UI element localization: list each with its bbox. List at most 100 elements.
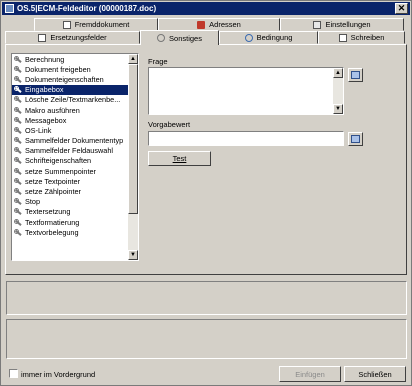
close-dialog-button[interactable]: Schließen <box>344 366 406 382</box>
function-list-item[interactable]: OS-Link <box>12 125 138 135</box>
function-item-label: Stop <box>25 197 41 207</box>
function-item-label: Dokumenteigenschaften <box>25 74 104 84</box>
wrench-icon <box>14 177 23 185</box>
function-list-item[interactable]: Textformatierung <box>12 217 138 227</box>
wrench-icon <box>14 65 23 73</box>
tab-label: Ersetzungsfelder <box>50 33 107 42</box>
function-list-item[interactable]: Berechnung <box>12 54 138 64</box>
edit-window-icon <box>351 71 360 79</box>
function-item-label: Sammelfelder Feldauswahl <box>25 146 114 156</box>
function-list-item[interactable]: Dokument freigeben <box>12 64 138 74</box>
function-list-item[interactable]: setze Zählpointer <box>12 186 138 196</box>
wrench-icon <box>14 96 23 103</box>
tab-label: Einstellungen <box>325 20 371 29</box>
wrench-icon <box>14 126 23 134</box>
scroll-down-button[interactable]: ▼ <box>128 250 138 260</box>
tab-label: Bedingung <box>256 33 293 42</box>
function-item-label: Berechnung <box>25 54 65 64</box>
wrench-icon <box>14 167 23 175</box>
wrench-icon <box>14 198 23 205</box>
function-list-item[interactable]: setze Summenpointer <box>12 166 138 176</box>
function-item-label: Textvorbelegung <box>25 227 79 237</box>
test-button[interactable]: Test <box>148 151 211 166</box>
settings-icon <box>313 20 322 29</box>
function-item-label: OS-Link <box>25 125 52 135</box>
function-item-label: Lösche Zeile/Textmarkenbe... <box>25 95 121 105</box>
wrench-icon <box>14 106 23 114</box>
always-on-top-label: immer im Vordergrund <box>21 370 96 379</box>
function-item-label: Schrifteigenschaften <box>25 156 92 166</box>
app-icon <box>5 4 14 13</box>
function-item-label: Sammelfelder Dokumententyp <box>25 136 124 146</box>
function-item-label: Dokument freigeben <box>25 64 91 74</box>
contacts-icon <box>197 20 206 29</box>
scroll-down-button[interactable]: ▼ <box>333 104 343 114</box>
function-item-label: setze Textpointer <box>25 176 81 186</box>
function-list-item[interactable]: Dokumenteigenschaften <box>12 74 138 84</box>
function-list-item[interactable]: Sammelfelder Feldauswahl <box>12 146 138 156</box>
function-list[interactable]: Berechnung Dokument freigeben Dokumenteige… <box>11 53 139 261</box>
tab-label: Fremddokument <box>74 20 130 29</box>
editor-window: OS.5|ECM-Feldeditor (00000187.doc) ✕ Fre… <box>0 0 412 386</box>
edit-window-icon <box>351 135 360 143</box>
wrench-icon <box>14 218 23 226</box>
function-list-item[interactable]: Lösche Zeile/Textmarkenbe... <box>12 95 138 105</box>
function-list-item[interactable]: Schrifteigenschaften <box>12 156 138 166</box>
wrench-icon <box>14 55 23 63</box>
wrench-icon <box>14 116 23 124</box>
vorgabe-edit-button[interactable] <box>348 132 363 146</box>
vorgabe-label: Vorgabewert <box>148 120 191 129</box>
tab-bedingung[interactable]: Bedingung <box>219 31 318 44</box>
function-list-item[interactable]: Sammelfelder Dokumententyp <box>12 136 138 146</box>
function-item-label: Makro ausführen <box>25 105 80 115</box>
wrench-icon <box>14 188 23 195</box>
condition-icon <box>244 33 253 42</box>
scroll-up-button[interactable]: ▲ <box>128 54 138 64</box>
function-item-label: Eingabebox <box>25 85 64 95</box>
wrench-icon <box>14 137 23 144</box>
function-list-item[interactable]: Textersetzung <box>12 207 138 217</box>
vorgabe-input[interactable] <box>148 131 344 146</box>
insert-button[interactable]: Einfügen <box>279 366 341 382</box>
function-item-label: Messagebox <box>25 115 67 125</box>
tab-sonstiges[interactable]: Sonstiges <box>140 30 219 45</box>
wrench-icon <box>14 86 23 93</box>
tab-label: Schreiben <box>350 33 385 42</box>
frage-scrollbar[interactable]: ▲ ▼ <box>333 68 343 114</box>
scroll-up-button[interactable]: ▲ <box>333 68 343 78</box>
function-list-item[interactable]: Makro ausführen <box>12 105 138 115</box>
function-item-label: Textersetzung <box>25 207 71 217</box>
close-button[interactable]: ✕ <box>395 3 408 14</box>
function-list-item[interactable]: Stop <box>12 197 138 207</box>
tab-schreiben[interactable]: Schreiben <box>318 31 405 44</box>
fields-icon <box>38 33 47 42</box>
scroll-thumb[interactable] <box>128 64 138 214</box>
tab-label: Sonstiges <box>169 33 202 43</box>
tab-einstellungen[interactable]: Einstellungen <box>280 18 404 31</box>
function-list-item[interactable]: Eingabebox <box>12 84 138 95</box>
frage-label: Frage <box>148 57 168 66</box>
tab-label: Adressen <box>209 20 241 29</box>
list-scrollbar[interactable]: ▲ ▼ <box>128 54 138 260</box>
info-panel <box>6 281 407 315</box>
function-list-item[interactable]: Messagebox <box>12 115 138 125</box>
wrench-icon <box>14 75 23 83</box>
document-icon <box>62 20 71 29</box>
write-icon <box>338 33 347 42</box>
wrench-icon <box>157 34 166 42</box>
title-bar[interactable]: OS.5|ECM-Feldeditor (00000187.doc) ✕ <box>2 2 410 15</box>
function-item-label: setze Zählpointer <box>25 187 81 197</box>
function-item-label: setze Summenpointer <box>25 166 96 176</box>
function-list-item[interactable]: setze Textpointer <box>12 176 138 186</box>
frage-textarea[interactable]: ▲ ▼ <box>148 67 344 115</box>
function-item-label: Textformatierung <box>25 217 80 227</box>
wrench-icon <box>14 157 23 164</box>
frage-edit-button[interactable] <box>348 68 363 82</box>
function-list-item[interactable]: Textvorbelegung <box>12 227 138 237</box>
wrench-icon <box>14 228 23 236</box>
tab-ersetzungsfelder[interactable]: Ersetzungsfelder <box>5 31 140 44</box>
always-on-top-checkbox[interactable] <box>9 369 18 378</box>
window-title: OS.5|ECM-Feldeditor (00000187.doc) <box>17 4 157 13</box>
wrench-icon <box>14 147 23 154</box>
wrench-icon <box>14 208 23 215</box>
